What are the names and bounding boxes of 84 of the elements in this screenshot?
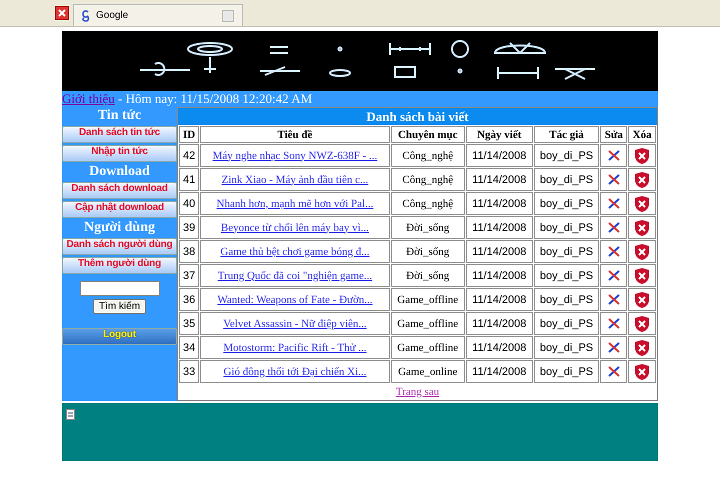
table-cell: boy_di_PS (534, 216, 600, 239)
column-header: ID (179, 126, 200, 143)
table-cell: Game_offline (390, 336, 465, 359)
menu-link[interactable]: Danh sách download (62, 182, 177, 199)
table-cell: 35 (179, 312, 200, 335)
table-cell: boy_di_PS (534, 168, 600, 191)
table-cell: boy_di_PS (534, 192, 600, 215)
table-cell: 11/14/2008 (466, 192, 533, 215)
table-cell: Game_offline (390, 312, 465, 335)
search-button[interactable]: Tìm kiếm (92, 299, 146, 314)
delete-shield-icon[interactable] (634, 338, 650, 356)
column-header: Xóa (628, 126, 656, 143)
table-cell: boy_di_PS (534, 144, 600, 167)
menu-link[interactable]: Thêm người dùng (62, 257, 177, 274)
table-cell: Công_nghệ (390, 192, 465, 215)
table-cell: Game_offline (390, 288, 465, 311)
table-title: Danh sách bài viết (178, 108, 657, 125)
edit-icon[interactable] (608, 294, 620, 306)
delete-shield-icon[interactable] (634, 314, 650, 332)
delete-shield-icon[interactable] (634, 218, 650, 236)
table-cell: 11/14/2008 (466, 336, 533, 359)
menu-link[interactable]: Nhập tin tức (62, 145, 177, 162)
next-page-link[interactable]: Trang sau (396, 386, 440, 398)
table-cell: 33 (179, 360, 200, 383)
table-cell: 11/14/2008 (466, 288, 533, 311)
edit-icon[interactable] (608, 270, 620, 282)
table-cell: boy_di_PS (534, 264, 600, 287)
table-cell: 11/14/2008 (466, 312, 533, 335)
table-cell: 37 (179, 264, 200, 287)
table-cell: 11/14/2008 (466, 264, 533, 287)
delete-shield-icon[interactable] (634, 194, 650, 212)
browser-tab[interactable]: Google (73, 4, 243, 26)
edit-icon[interactable] (608, 342, 620, 354)
column-header: Chuyên mục (390, 126, 465, 143)
delete-shield-icon[interactable] (634, 290, 650, 308)
column-header: Sửa (600, 126, 628, 143)
menu-link[interactable]: Danh sách tin tức (62, 126, 177, 143)
column-header: Ngày viết (466, 126, 533, 143)
edit-icon[interactable] (608, 366, 620, 378)
table-cell: boy_di_PS (534, 360, 600, 383)
table-cell: boy_di_PS (534, 240, 600, 263)
table-cell: Đời_sống (390, 240, 465, 263)
edit-icon[interactable] (608, 150, 620, 162)
delete-shield-icon[interactable] (634, 146, 650, 164)
table-cell: 11/14/2008 (466, 168, 533, 191)
table-cell: 11/14/2008 (466, 240, 533, 263)
delete-shield-icon[interactable] (634, 266, 650, 284)
section-heading: Tin tức (96, 108, 142, 124)
delete-shield-icon[interactable] (634, 242, 650, 260)
table-cell: Đời_sống (390, 216, 465, 239)
close-tab-button[interactable] (55, 6, 69, 20)
broken-image-icon (66, 409, 75, 420)
search-field[interactable] (80, 281, 160, 296)
menu-link[interactable]: Danh sách người dùng (62, 238, 177, 255)
table-cell: 39 (179, 216, 200, 239)
table-cell: 34 (179, 336, 200, 359)
edit-icon[interactable] (608, 222, 620, 234)
table-cell: Công_nghệ (390, 168, 465, 191)
table-cell: 11/14/2008 (466, 216, 533, 239)
table-cell: boy_di_PS (534, 336, 600, 359)
edit-icon[interactable] (608, 174, 620, 186)
table-cell: 36 (179, 288, 200, 311)
column-header: Tác giả (534, 126, 600, 143)
section-heading: Người dùng (82, 220, 156, 236)
delete-shield-icon[interactable] (634, 170, 650, 188)
delete-shield-icon[interactable] (634, 362, 650, 380)
table-cell: boy_di_PS (534, 312, 600, 335)
column-header: Tiêu đề (200, 126, 390, 143)
table-cell: Game_online (390, 360, 465, 383)
table-cell: 11/14/2008 (466, 144, 533, 167)
table-cell: 41 (179, 168, 200, 191)
table-cell: 38 (179, 240, 200, 263)
table-cell: 42 (179, 144, 200, 167)
section-heading: Download (88, 164, 151, 180)
menu-link[interactable]: Cập nhật download (62, 201, 177, 218)
table-cell: boy_di_PS (534, 288, 600, 311)
table-cell: Đời_sống (390, 264, 465, 287)
date-text: - Hôm nay: 11/15/2008 12:20:42 AM (118, 91, 312, 106)
table-cell: Công_nghệ (390, 144, 465, 167)
table-cell: 11/14/2008 (466, 360, 533, 383)
edit-icon[interactable] (608, 318, 620, 330)
edit-icon[interactable] (608, 246, 620, 258)
edit-icon[interactable] (608, 198, 620, 210)
table-cell: 40 (179, 192, 200, 215)
